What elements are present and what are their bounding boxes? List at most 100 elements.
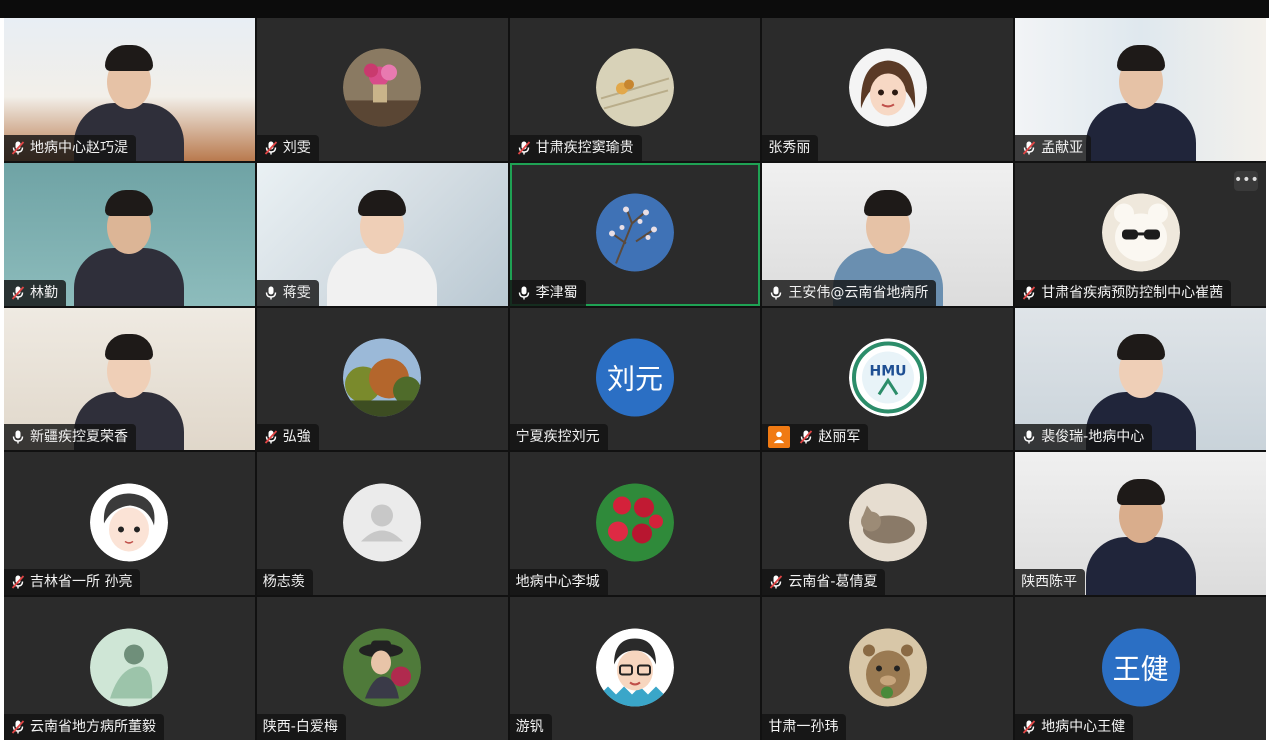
participant-tile[interactable]: 李津蜀 (509, 162, 761, 306)
mic-muted-icon (1021, 140, 1037, 156)
participant-tile[interactable]: 刘雯 (256, 18, 508, 161)
participant-tile[interactable]: 孟献亚 (1015, 18, 1266, 161)
participant-name: 赵丽军 (818, 429, 861, 446)
participant-tile[interactable]: 张秀丽 (762, 18, 1014, 161)
red-berries-avatar (595, 483, 674, 562)
participant-nameplate: 游钒 (509, 714, 552, 740)
green-person-avatar (90, 628, 169, 707)
paper-blossom-avatar (595, 48, 674, 127)
mic-icon (768, 285, 784, 301)
mic-muted-icon (798, 429, 814, 445)
participant-name: 地病中心王健 (1041, 719, 1126, 735)
person-icon (768, 426, 791, 449)
bear-sunglasses-avatar (1101, 193, 1180, 272)
mic-muted-icon (10, 574, 26, 590)
participant-name: 吉林省一所 孙亮 (30, 574, 133, 591)
participant-name: 李津蜀 (535, 284, 578, 301)
mic-muted-icon (516, 140, 532, 156)
cartoon-glasses-avatar (595, 628, 674, 707)
participant-nameplate: 地病中心王健 (1015, 714, 1134, 740)
flowers-avatar (343, 48, 422, 127)
participant-nameplate: 李津蜀 (509, 279, 586, 306)
participant-tile[interactable]: 王健地病中心王健 (1015, 597, 1266, 740)
participant-video-person (69, 186, 189, 306)
participant-tile[interactable]: 云南省-葛倩夏 (762, 452, 1014, 596)
video-gallery-grid: 地病中心赵巧湜 刘雯 甘肃疾控窦瑜贵 张秀丽 孟献亚林勤 蒋雯 李津蜀 王安伟@云南省地病所 •… (4, 18, 1266, 740)
participant-tile[interactable]: 杨志羡 (256, 452, 508, 596)
participant-name: 地病中心赵巧湜 (30, 139, 128, 156)
mic-muted-icon (263, 429, 279, 445)
participant-video-person (322, 186, 442, 306)
mic-icon (516, 285, 532, 301)
hmu-logo-avatar: HMU (848, 338, 927, 417)
mic-muted-icon (1021, 285, 1037, 301)
participant-nameplate: 云南省-葛倩夏 (762, 569, 886, 596)
participant-nameplate: 孟献亚 (1015, 134, 1092, 161)
participant-nameplate: 地病中心李城 (509, 569, 608, 596)
participant-video-person (1081, 41, 1201, 161)
participant-nameplate: 林勤 (4, 279, 66, 306)
participant-tile[interactable]: 裴俊瑞-地病中心 (1015, 307, 1266, 451)
participant-tile[interactable]: 蒋雯 (256, 162, 508, 306)
participant-nameplate: 陕西-白爱梅 (256, 714, 346, 740)
svg-text:HMU: HMU (869, 363, 906, 379)
participant-tile[interactable]: ••• 甘肃省疾病预防控制中心崔茜 (1015, 162, 1266, 306)
participant-nameplate: 甘肃疾控窦瑜贵 (509, 134, 642, 161)
participant-tile[interactable]: 地病中心赵巧湜 (4, 18, 255, 161)
participant-name: 地病中心李城 (515, 574, 600, 591)
more-options-button[interactable]: ••• (1234, 170, 1259, 191)
cartoon-girl-avatar (848, 48, 927, 127)
participant-tile[interactable]: 甘肃一孙玮 (762, 597, 1014, 740)
participant-nameplate: 陕西陈平 (1015, 569, 1086, 596)
participant-tile[interactable]: 王安伟@云南省地病所 (762, 162, 1014, 306)
participant-nameplate: 赵丽军 (762, 424, 869, 451)
participant-nameplate: 刘雯 (256, 134, 319, 161)
participant-nameplate: 甘肃一孙玮 (762, 714, 847, 740)
participant-name: 刘雯 (282, 139, 311, 156)
participant-tile[interactable]: 弘強 (256, 307, 508, 451)
participant-tile[interactable]: 刘元 宁夏疾控刘元 (509, 307, 761, 451)
participant-name: 弘強 (282, 429, 311, 446)
participant-name: 游钒 (515, 719, 544, 735)
mic-muted-icon (768, 574, 784, 590)
participant-tile[interactable]: 陕西-白爱梅 (256, 597, 508, 740)
participant-name: 张秀丽 (768, 139, 811, 156)
mic-muted-icon (10, 719, 26, 735)
woman-hat-avatar (343, 628, 422, 707)
participant-nameplate: 吉林省一所 孙亮 (4, 569, 141, 596)
mic-muted-icon (10, 140, 26, 156)
participant-name: 陕西-白爱梅 (262, 719, 338, 735)
window-top-bar (0, 0, 1269, 18)
mic-icon (10, 429, 26, 445)
participant-tile[interactable]: 新疆疾控夏荣香 (4, 307, 255, 451)
mic-icon (1021, 429, 1037, 445)
participant-nameplate: 蒋雯 (256, 279, 319, 306)
participant-nameplate: 裴俊瑞-地病中心 (1015, 424, 1153, 451)
initials-avatar: 刘元 (595, 338, 674, 417)
initials-avatar: 王健 (1101, 628, 1180, 707)
participant-name: 新疆疾控夏荣香 (30, 429, 128, 446)
participant-tile[interactable]: 陕西陈平 (1015, 452, 1266, 596)
participant-tile[interactable]: 云南省地方病所董毅 (4, 597, 255, 740)
quokka-avatar (848, 628, 927, 707)
participant-name: 孟献亚 (1041, 139, 1084, 156)
participant-name: 云南省-葛倩夏 (788, 574, 878, 591)
anime-boy-avatar (90, 483, 169, 562)
participant-name: 王安伟@云南省地病所 (788, 284, 929, 301)
participant-tile[interactable]: HMU 赵丽军 (762, 307, 1014, 451)
participant-nameplate: 新疆疾控夏荣香 (4, 424, 136, 451)
participant-tile[interactable]: 吉林省一所 孙亮 (4, 452, 255, 596)
participant-video-person (1081, 475, 1201, 596)
participant-name: 甘肃疾控窦瑜贵 (535, 139, 634, 156)
participant-nameplate: 地病中心赵巧湜 (4, 134, 136, 161)
participant-name: 甘肃省疾病预防控制中心崔茜 (1041, 284, 1224, 301)
mic-icon (263, 285, 279, 301)
participant-tile[interactable]: 林勤 (4, 162, 255, 306)
participant-tile[interactable]: 甘肃疾控窦瑜贵 (509, 18, 761, 161)
participant-nameplate: 杨志羡 (256, 569, 313, 596)
default-user-avatar (343, 483, 422, 562)
participant-tile[interactable]: 地病中心李城 (509, 452, 761, 596)
participant-tile[interactable]: 游钒 (509, 597, 761, 740)
participant-nameplate: 王安伟@云南省地病所 (762, 279, 937, 306)
participant-nameplate: 甘肃省疾病预防控制中心崔茜 (1015, 279, 1232, 306)
